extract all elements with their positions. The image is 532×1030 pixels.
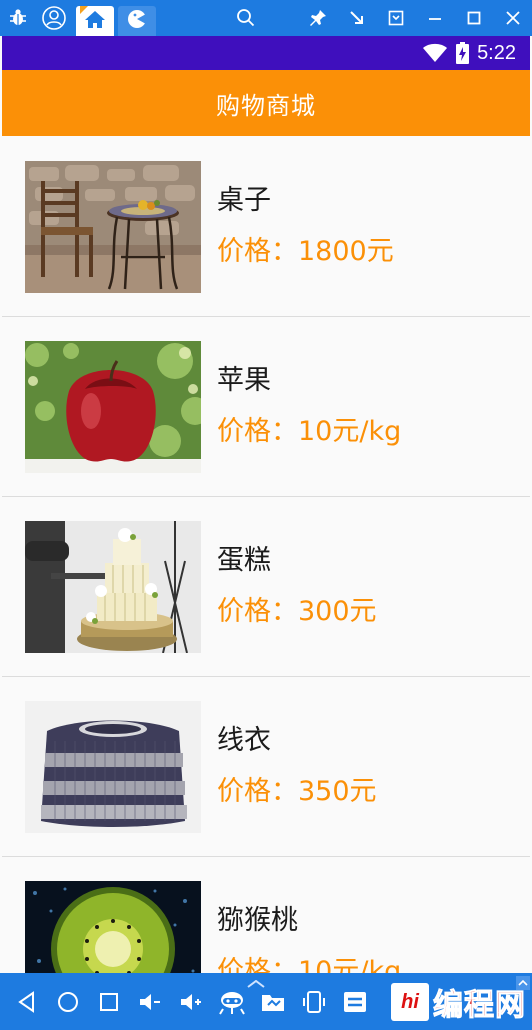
apple-photo	[25, 340, 201, 473]
product-name: 苹果	[217, 365, 271, 397]
list-item[interactable]: 猕猴桃 价格：10元/kg	[2, 857, 530, 973]
maximize-icon[interactable]	[454, 0, 493, 36]
table-photo	[25, 160, 201, 293]
apk-icon[interactable]	[334, 973, 375, 1030]
app-header: 购物商城	[2, 70, 530, 136]
sweater-photo	[25, 700, 201, 833]
product-list[interactable]: 桌子 价格：1800元 苹果 价格：10元/kg 蛋糕 价格：300元 线衣 价…	[2, 137, 530, 973]
product-price: 价格：10元/kg	[217, 415, 402, 447]
drawer-handle-icon[interactable]	[246, 973, 266, 988]
tab-game[interactable]	[118, 6, 156, 36]
product-name: 猕猴桃	[217, 905, 298, 937]
volume-down-icon[interactable]	[129, 973, 170, 1030]
list-item[interactable]: 蛋糕 价格：300元	[2, 497, 530, 677]
shrink-icon[interactable]	[337, 0, 376, 36]
list-item[interactable]: 线衣 价格：350元	[2, 677, 530, 857]
emulator-toolbar	[0, 0, 532, 36]
download-box-icon[interactable]	[376, 0, 415, 36]
watermark-logo: hi	[391, 983, 429, 1021]
kiwi-photo	[25, 880, 201, 973]
emulator-window: 5:22 购物商城 桌子 价格：1800元 苹果 价格：10元/kg 蛋糕 价格…	[0, 0, 532, 1030]
user-icon[interactable]	[36, 0, 72, 36]
volume-up-icon[interactable]	[170, 973, 211, 1030]
product-name: 线衣	[217, 725, 271, 757]
page-title: 购物商城	[216, 91, 316, 120]
back-icon[interactable]	[6, 973, 47, 1030]
battery-charging-icon	[456, 42, 470, 64]
phone-icon[interactable]	[293, 973, 334, 1030]
list-item[interactable]: 苹果 价格：10元/kg	[2, 317, 530, 497]
game-icon	[126, 8, 148, 34]
status-time: 5:22	[477, 41, 516, 64]
recents-icon[interactable]	[88, 973, 129, 1030]
home-circle-icon[interactable]	[47, 973, 88, 1030]
pin-icon[interactable]	[298, 0, 337, 36]
product-name: 桌子	[217, 185, 271, 217]
watermark-text: 编程网	[433, 988, 526, 1024]
product-price: 价格：350元	[217, 775, 377, 807]
tab-corner-mark	[80, 6, 88, 14]
product-price: 价格：1800元	[217, 235, 394, 267]
close-icon[interactable]	[493, 0, 532, 36]
status-bar: 5:22	[2, 36, 530, 70]
wifi-icon	[422, 43, 448, 63]
search-icon[interactable]	[228, 0, 264, 36]
product-price: 价格：10元/kg	[217, 955, 402, 974]
product-name: 蛋糕	[217, 545, 271, 577]
watermark: hi 编程网	[391, 980, 526, 1024]
bug-icon[interactable]	[0, 0, 36, 36]
list-item[interactable]: 桌子 价格：1800元	[2, 137, 530, 317]
minimize-icon[interactable]	[415, 0, 454, 36]
product-price: 价格：300元	[217, 595, 377, 627]
cake-photo	[25, 520, 201, 653]
